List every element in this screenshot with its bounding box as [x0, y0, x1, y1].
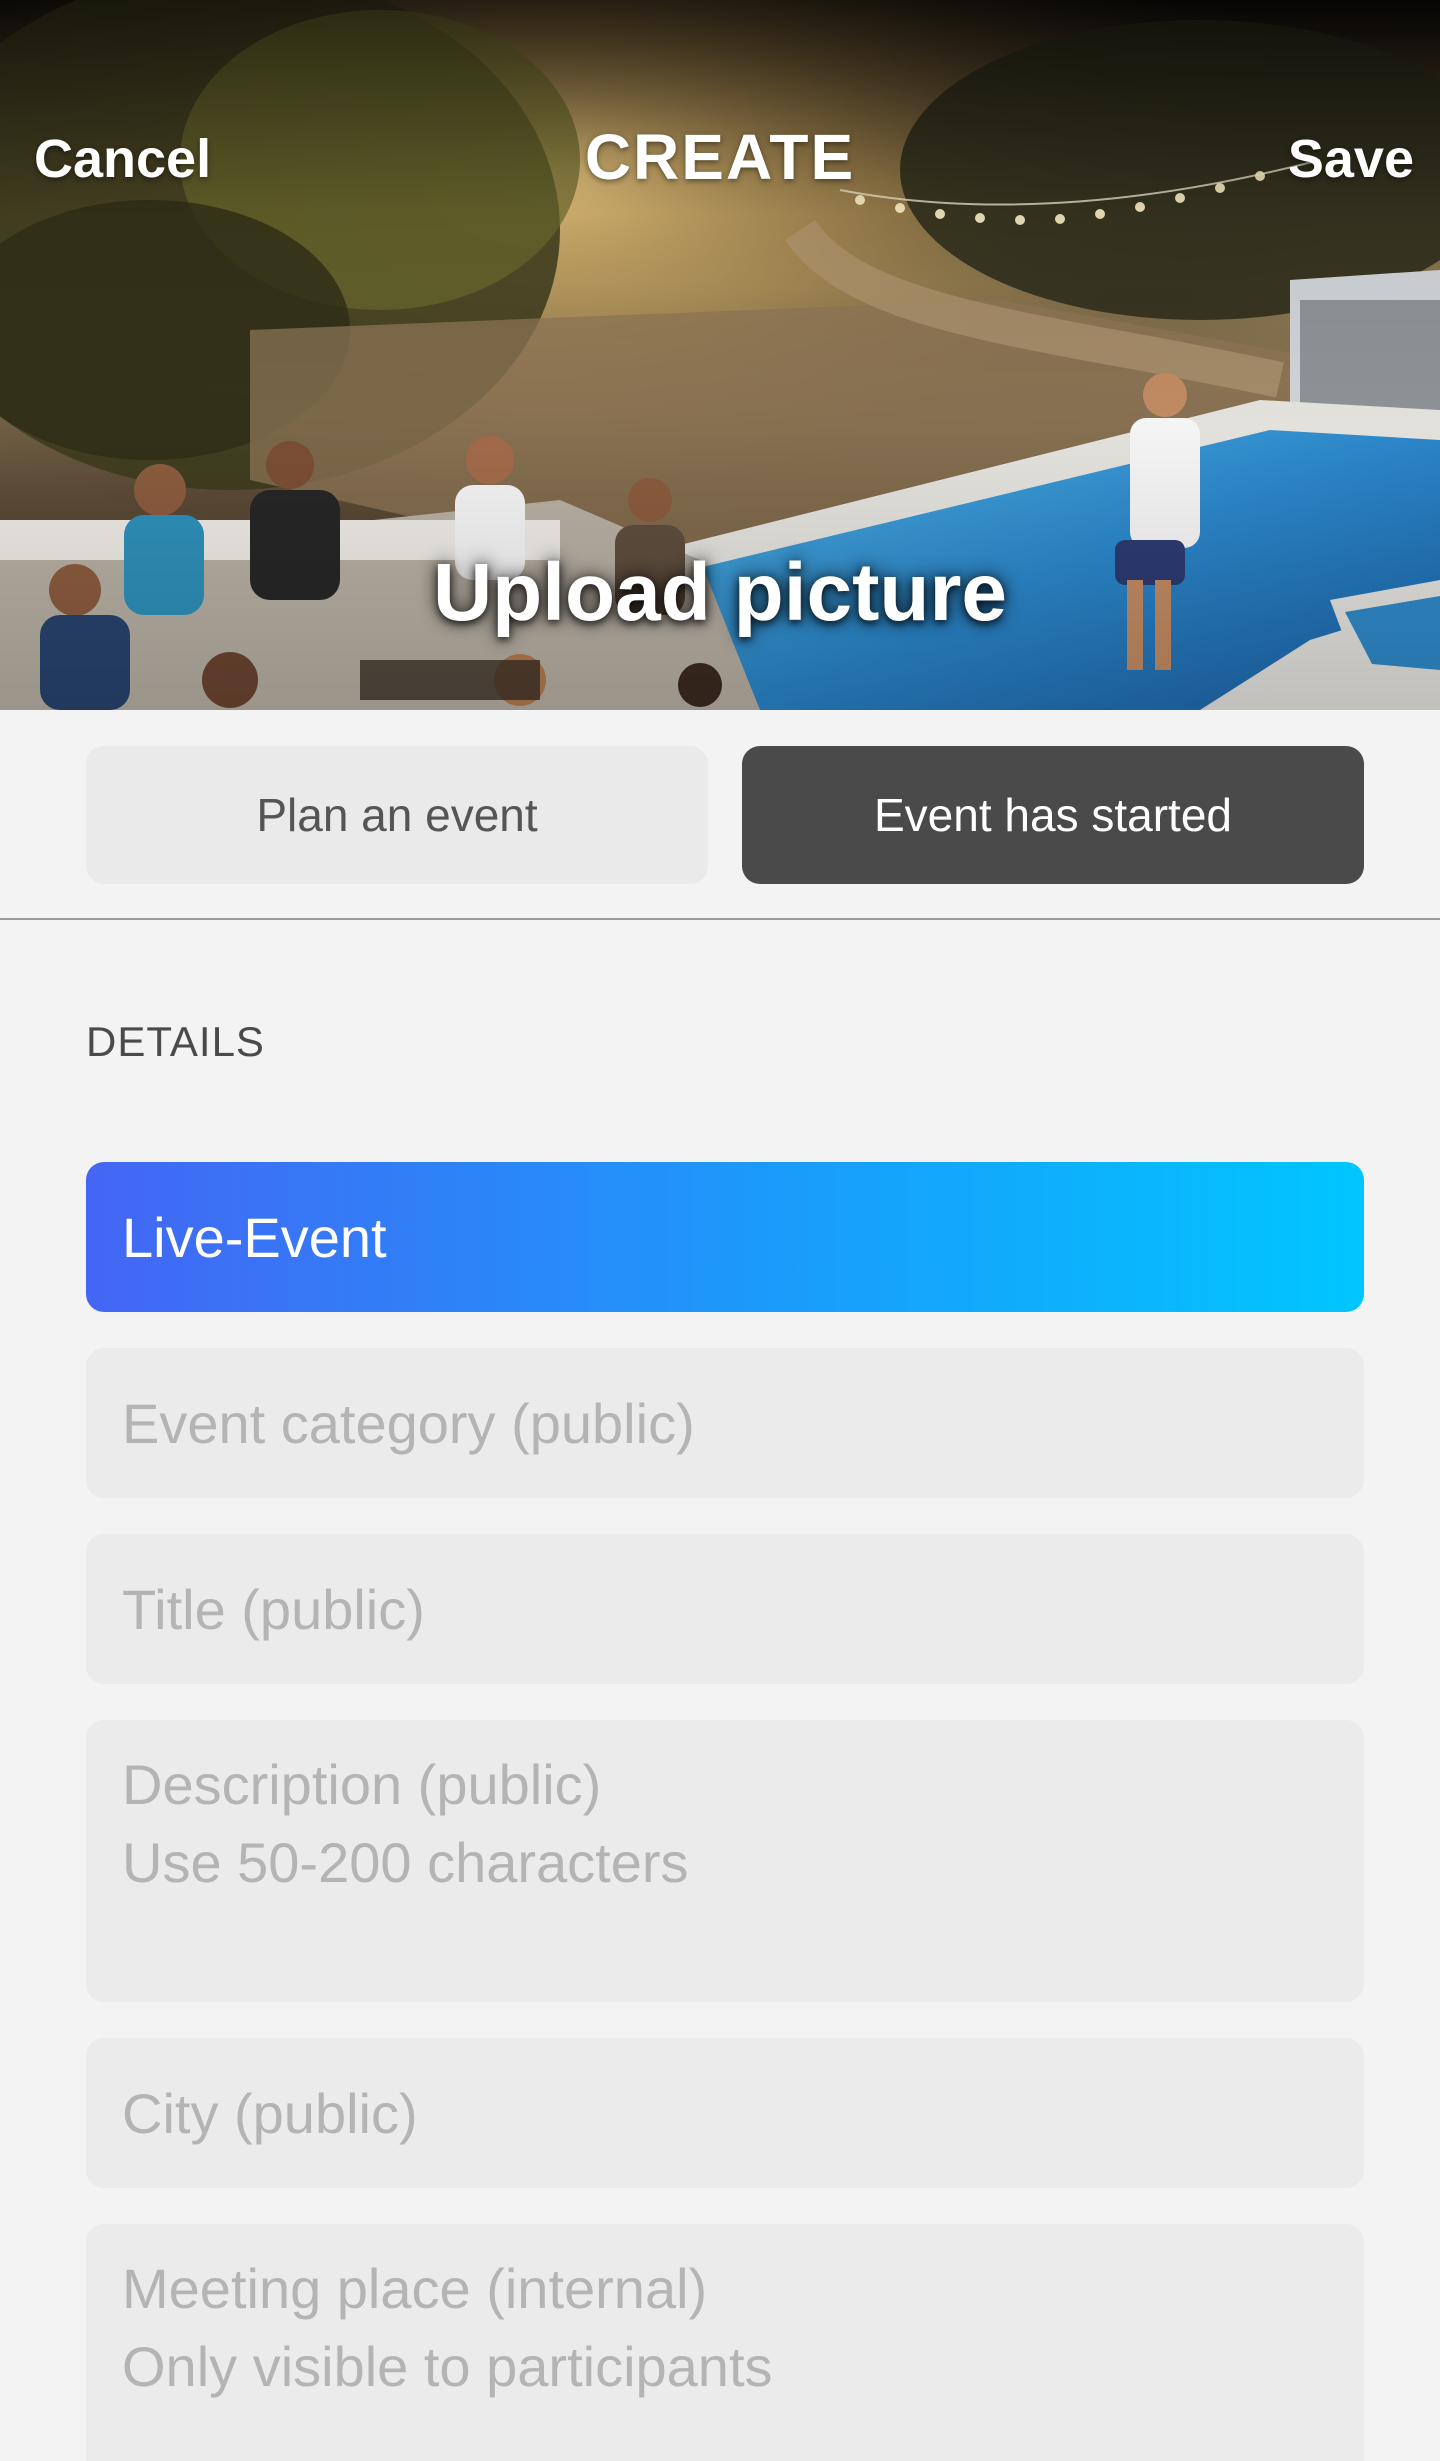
description-placeholder-line2: Use 50-200 characters: [122, 1831, 689, 1894]
city-field[interactable]: City (public): [86, 2038, 1364, 2188]
page-title-text: CREATE: [584, 121, 856, 193]
title-field[interactable]: Title (public): [86, 1534, 1364, 1684]
meeting-place-placeholder-line1: Meeting place (internal): [122, 2257, 708, 2320]
event-category-field[interactable]: Event category (public): [86, 1348, 1364, 1498]
upload-picture-button[interactable]: Upload picture: [0, 546, 1440, 640]
description-field[interactable]: Description (public) Use 50-200 characte…: [86, 1720, 1364, 2002]
event-type-selector[interactable]: Live-Event: [86, 1162, 1364, 1312]
cancel-button[interactable]: Cancel: [34, 128, 211, 190]
details-heading: DETAILS: [86, 1018, 265, 1065]
save-button[interactable]: Save: [1288, 128, 1414, 190]
meeting-place-field[interactable]: Meeting place (internal) Only visible to…: [86, 2224, 1364, 2461]
event-started-toggle[interactable]: Event has started: [742, 746, 1364, 884]
section-divider: [0, 918, 1440, 920]
description-placeholder-line1: Description (public): [122, 1753, 602, 1816]
cover-photo[interactable]: Cancel CREATE Save Upload picture: [0, 0, 1440, 710]
meeting-place-placeholder-line2: Only visible to participants: [122, 2335, 773, 2398]
plan-event-toggle[interactable]: Plan an event: [86, 746, 708, 884]
